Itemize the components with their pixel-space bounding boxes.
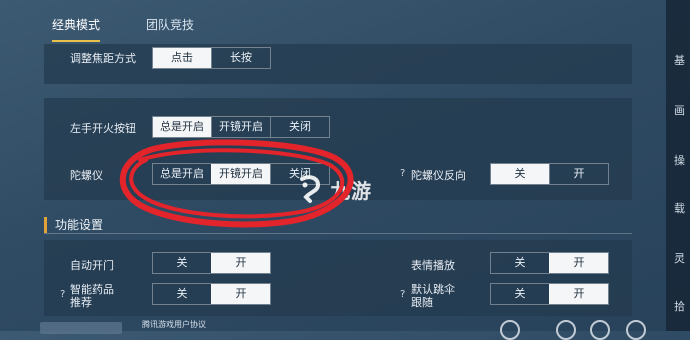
right-settings-rail: 基 画 操 载 灵 拾 [666, 0, 690, 331]
watermark-text: 九游 [330, 178, 372, 203]
gyro-scope-option[interactable]: 开镜开启 [211, 164, 270, 184]
top-tab-bar: 经典模式 团队竞技 [0, 0, 665, 44]
smart-med-on-option[interactable]: 开 [211, 284, 270, 304]
auto-door-on-option[interactable]: 开 [211, 253, 270, 273]
emote-label: 表情播放 [411, 259, 455, 272]
default-jump-toggle: 关 开 [490, 283, 609, 305]
jiuyou-logo-icon [300, 175, 321, 203]
rail-item-graphics[interactable]: 画 [674, 102, 690, 118]
default-jump-off-option[interactable]: 关 [491, 284, 549, 304]
default-jump-label-line2: 跟随 [411, 296, 433, 309]
rail-item-basic[interactable]: 基 [674, 52, 690, 68]
gyro-reverse-toggle: 关 开 [490, 163, 609, 185]
gyro-reverse-off-option[interactable]: 关 [491, 164, 549, 184]
smart-med-toggle: 关 开 [152, 283, 271, 305]
section-divider [44, 233, 632, 234]
default-jump-help-icon[interactable]: ? [400, 289, 405, 300]
smart-med-label-line1: 智能药品 [70, 283, 114, 296]
left-fire-label: 左手开火按钮 [70, 122, 136, 135]
footer-icon-3[interactable] [590, 320, 610, 340]
tab-classic-mode[interactable]: 经典模式 [52, 10, 101, 42]
tab-label: 经典模式 [52, 18, 101, 32]
watermark: 九游 [296, 174, 372, 204]
focus-mode-hold-option[interactable]: 长按 [211, 48, 270, 68]
default-jump-label: 默认跳伞 跟随 [411, 283, 455, 309]
gyro-label: 陀螺仪 [70, 169, 103, 182]
footer-button[interactable] [40, 322, 122, 334]
left-fire-always-option[interactable]: 总是开启 [153, 117, 211, 137]
auto-door-toggle: 关 开 [152, 252, 271, 274]
auto-door-label: 自动开门 [70, 259, 114, 272]
smart-med-off-option[interactable]: 关 [153, 284, 211, 304]
rail-item-vehicle[interactable]: 载 [674, 200, 690, 216]
gyro-reverse-help-icon[interactable]: ? [400, 168, 405, 179]
default-jump-on-option[interactable]: 开 [549, 284, 608, 304]
auto-door-off-option[interactable]: 关 [153, 253, 211, 273]
footer-user-agreement-link[interactable]: 腾讯游戏用户协议 [142, 319, 206, 330]
left-fire-off-option[interactable]: 关闭 [270, 117, 329, 137]
footer-icon-4[interactable] [626, 320, 646, 340]
default-jump-label-line1: 默认跳伞 [411, 283, 455, 296]
emote-on-option[interactable]: 开 [549, 253, 608, 273]
left-fire-toggle: 总是开启 开镜开启 关闭 [152, 116, 330, 138]
gyro-reverse-label: 陀螺仪反向 [411, 169, 466, 182]
section-title: 功能设置 [44, 217, 103, 233]
focus-mode-label: 调整焦距方式 [70, 52, 136, 65]
tab-label: 团队竞技 [146, 18, 195, 32]
smart-med-label-line2: 推荐 [70, 296, 92, 309]
left-fire-scope-option[interactable]: 开镜开启 [211, 117, 270, 137]
active-tab-indicator [52, 40, 101, 42]
focus-mode-toggle: 点击 长按 [152, 47, 271, 69]
footer-icon-1[interactable] [500, 320, 520, 340]
tab-team-deathmatch[interactable]: 团队竞技 [146, 10, 194, 40]
smart-med-label: 智能药品 推荐 [70, 283, 114, 309]
gyro-reverse-on-option[interactable]: 开 [549, 164, 608, 184]
rail-item-pickup[interactable]: 拾 [674, 298, 690, 314]
rail-item-controls[interactable]: 操 [674, 152, 690, 168]
rail-item-sensitivity[interactable]: 灵 [674, 250, 690, 266]
emote-toggle: 关 开 [490, 252, 609, 274]
focus-mode-click-option[interactable]: 点击 [153, 48, 211, 68]
footer-icon-2[interactable] [556, 320, 576, 340]
emote-off-option[interactable]: 关 [491, 253, 549, 273]
smart-med-help-icon[interactable]: ? [60, 289, 65, 300]
gyro-always-option[interactable]: 总是开启 [153, 164, 211, 184]
